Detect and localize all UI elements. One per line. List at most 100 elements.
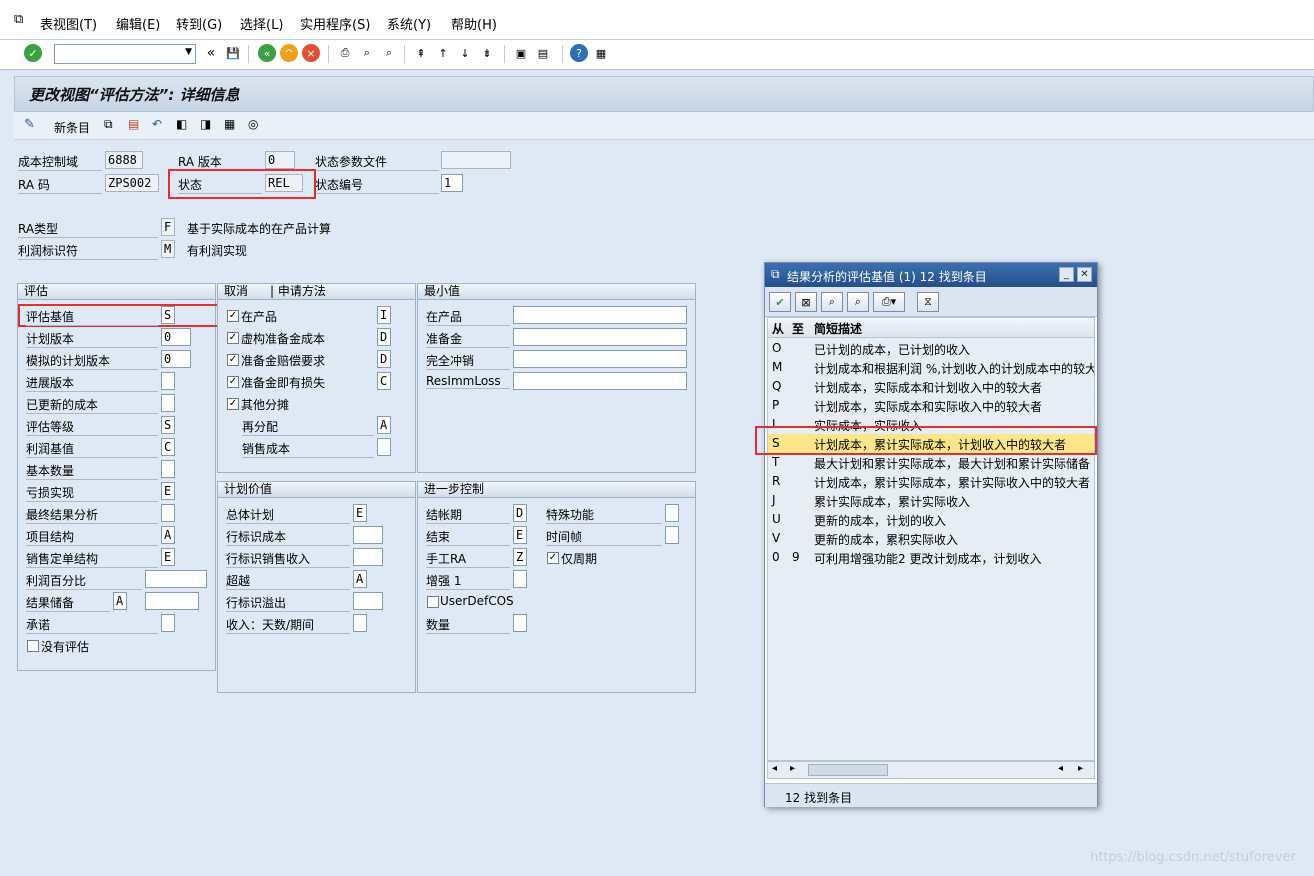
back-icon[interactable]: « (258, 44, 276, 62)
back-arrows-icon[interactable]: « (202, 44, 220, 62)
eval-row-field[interactable]: E (161, 548, 175, 566)
sap-menu-icon[interactable]: ⧉ (14, 12, 23, 27)
eval-row-field[interactable] (161, 460, 175, 478)
plan-row-field[interactable] (353, 592, 383, 610)
min-value-row-field[interactable] (513, 372, 687, 390)
next-entry-icon[interactable]: ◨ (200, 117, 211, 131)
print-icon[interactable]: ⎙▾ (873, 292, 905, 312)
filter-icon[interactable]: ⧖ (917, 292, 939, 312)
eval-row-field[interactable]: S (161, 306, 175, 324)
plan-row-field[interactable]: A (353, 570, 367, 588)
no-eval-checkbox[interactable] (27, 640, 39, 652)
menu-edit[interactable]: 编辑(E) (116, 14, 160, 33)
scroll-left-icon[interactable]: ◂ (772, 763, 777, 774)
list-item[interactable]: M 计划成本和根据利润 %,计划收入的计划成本中的较大 (768, 358, 1094, 377)
scroll-left-icon-2[interactable]: ◂ (1058, 763, 1063, 774)
prev-page-icon[interactable]: ↑ (434, 44, 452, 62)
delete-icon[interactable]: ▤ (128, 117, 139, 131)
commit-field[interactable] (161, 614, 175, 632)
cancel-row-field[interactable]: C (377, 372, 391, 390)
previous-entry-icon[interactable]: ◧ (176, 117, 187, 131)
min-value-row-field[interactable] (513, 328, 687, 346)
menu-table-view[interactable]: 表视图(T) (40, 14, 97, 33)
cancel-x-icon[interactable]: ⊠ (795, 292, 817, 312)
qty-field[interactable] (513, 614, 527, 632)
menu-help[interactable]: 帮助(H) (451, 14, 497, 33)
status-number-field[interactable]: 1 (441, 174, 463, 192)
cancel-row-field[interactable]: D (377, 328, 391, 346)
scroll-right-icon-2[interactable]: ▸ (1078, 763, 1083, 774)
help-icon[interactable]: ? (570, 44, 588, 62)
inc-field[interactable] (513, 570, 527, 588)
print-icon[interactable]: ⎙ (336, 44, 354, 62)
plan-row-field[interactable]: E (353, 504, 367, 522)
find-icon[interactable]: ⌕ (821, 292, 843, 312)
cancel-row-checkbox[interactable]: ✓ (227, 310, 239, 322)
reserve-field-2[interactable] (145, 592, 199, 610)
profit-pct-field[interactable] (145, 570, 207, 588)
next-page-icon[interactable]: ↓ (456, 44, 474, 62)
find-next-icon[interactable]: ⌕ (380, 44, 398, 62)
find-next-icon[interactable]: ⌕ (847, 292, 869, 312)
menu-utilities[interactable]: 实用程序(S) (300, 14, 370, 33)
cos-field[interactable] (377, 438, 391, 456)
timeframe-field[interactable] (665, 526, 679, 544)
cancel-row-checkbox[interactable]: ✓ (227, 354, 239, 366)
reserve-field[interactable]: A (113, 592, 127, 610)
userdef-checkbox[interactable] (427, 596, 439, 608)
save-icon[interactable]: 💾 (224, 44, 242, 62)
menu-selection[interactable]: 选择(L) (240, 14, 283, 33)
scroll-right-icon[interactable]: ▸ (790, 763, 795, 774)
new-session-icon[interactable]: ▣ (512, 44, 530, 62)
list-item[interactable]: R 计划成本，累计实际成本，累计实际收入中的较大者 (768, 472, 1094, 491)
eval-row-field[interactable]: A (161, 526, 175, 544)
eval-row-field[interactable]: 0 (161, 328, 191, 346)
eval-row-field[interactable]: E (161, 482, 175, 500)
find-icon[interactable]: ⌕ (358, 44, 376, 62)
menu-goto[interactable]: 转到(G) (176, 14, 222, 33)
first-page-icon[interactable]: ⇞ (412, 44, 430, 62)
undo-icon[interactable]: ↶ (152, 117, 162, 131)
only-period-checkbox[interactable]: ✓ (547, 552, 559, 564)
layout-menu-icon[interactable]: ▦ (592, 44, 610, 62)
eval-row-field[interactable] (161, 394, 175, 412)
cancel-row-checkbox[interactable]: ✓ (227, 376, 239, 388)
eval-row-field[interactable] (161, 372, 175, 390)
list-item[interactable]: 0 9 可利用增强功能2 更改计划成本，计划收入 (768, 548, 1094, 567)
plan-row-field[interactable] (353, 614, 367, 632)
eval-row-field[interactable]: 0 (161, 350, 191, 368)
command-field[interactable]: ▼ (54, 44, 196, 64)
list-item[interactable]: O 已计划的成本，已计划的收入 (768, 339, 1094, 358)
list-item[interactable]: J 累计实际成本，累计实际收入 (768, 491, 1094, 510)
close-period-field[interactable]: D (513, 504, 527, 522)
minimize-icon[interactable]: _ (1059, 267, 1074, 282)
close-icon[interactable]: ✕ (1077, 267, 1092, 282)
eval-row-field[interactable]: S (161, 416, 175, 434)
eval-row-field[interactable] (161, 504, 175, 522)
shortcut-icon[interactable]: ▤ (534, 44, 552, 62)
variant-icon[interactable]: ◎ (248, 117, 258, 131)
confirm-check-icon[interactable]: ✔ (769, 292, 791, 312)
chevron-down-icon[interactable]: ▼ (185, 47, 192, 57)
realloc-field[interactable]: A (377, 416, 391, 434)
special-function-field[interactable] (665, 504, 679, 522)
list-item[interactable]: P 计划成本，实际成本和实际收入中的较大者 (768, 396, 1094, 415)
horizontal-scrollbar[interactable]: ◂ ▸ ◂ ▸ (767, 761, 1095, 779)
last-page-icon[interactable]: ⇟ (478, 44, 496, 62)
cancel-row-field[interactable]: D (377, 350, 391, 368)
enter-check-icon[interactable]: ✓ (24, 44, 42, 62)
list-item[interactable]: V 更新的成本，累积实际收入 (768, 529, 1094, 548)
select-all-icon[interactable]: ▦ (224, 117, 235, 131)
cancel-row-checkbox[interactable]: ✓ (227, 332, 239, 344)
min-value-row-field[interactable] (513, 350, 687, 368)
cancel-row-field[interactable]: I (377, 306, 391, 324)
list-item[interactable]: U 更新的成本，计划的收入 (768, 510, 1094, 529)
eval-row-field[interactable]: C (161, 438, 175, 456)
list-item[interactable]: Q 计划成本，实际成本和计划收入中的较大者 (768, 377, 1094, 396)
min-value-row-field[interactable] (513, 306, 687, 324)
copy-icon[interactable]: ⧉ (104, 117, 113, 132)
plan-row-field[interactable] (353, 548, 383, 566)
list-item[interactable]: T 最大计划和累计实际成本，最大计划和累计实际储备 (768, 453, 1094, 472)
end-field[interactable]: E (513, 526, 527, 544)
exit-icon[interactable]: ^ (280, 44, 298, 62)
